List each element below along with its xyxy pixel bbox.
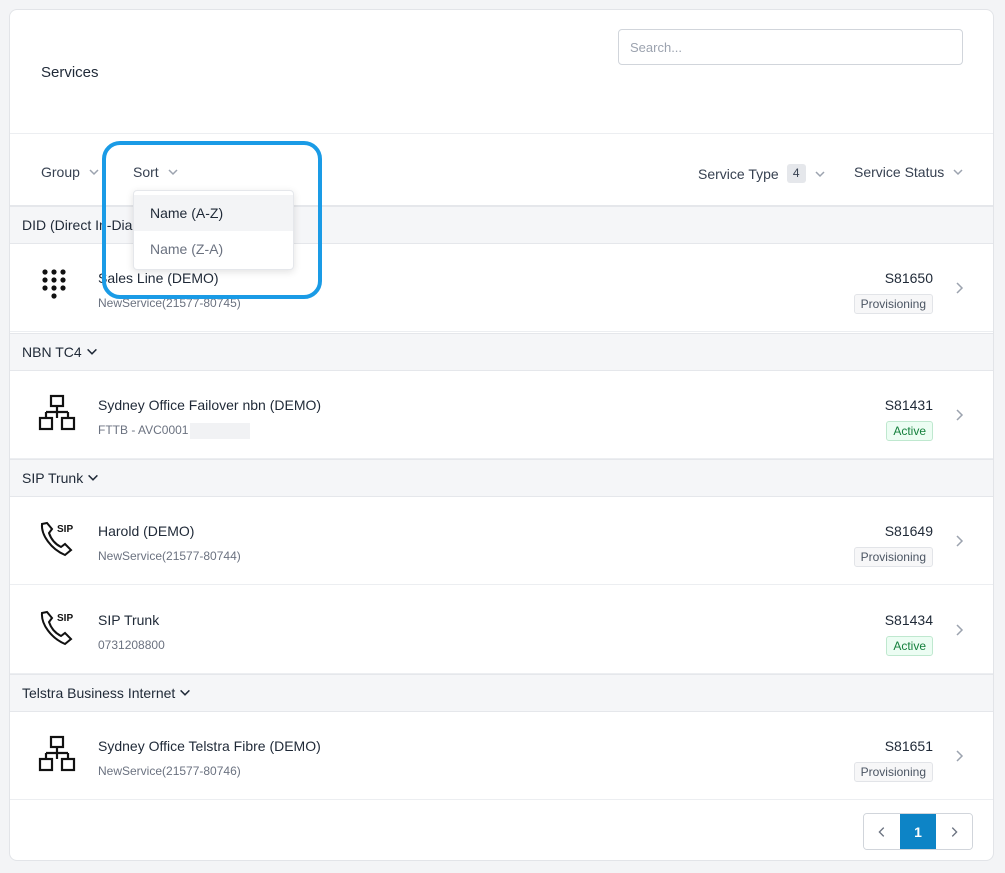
chevron-down-icon <box>168 169 178 176</box>
prev-page-button[interactable] <box>864 814 900 849</box>
service-subtitle: NewService(21577-80746) <box>98 764 241 778</box>
chevron-right-icon <box>956 750 964 762</box>
service-id: S81650 <box>884 270 933 286</box>
group-label: SIP Trunk <box>22 470 84 486</box>
page-title: Services <box>41 64 99 81</box>
status-badge: Active <box>886 636 933 656</box>
service-subtitle: NewService(21577-80744) <box>98 549 241 563</box>
service-row[interactable]: Sydney Office Telstra Fibre (DEMO) NewSe… <box>10 712 993 800</box>
sip-phone-icon: SIP <box>40 521 73 557</box>
network-icon <box>38 735 76 772</box>
status-badge: Active <box>886 421 933 441</box>
service-subtitle-text: FTTB - AVC0001 <box>98 423 189 438</box>
group-label: Telstra Business Internet <box>22 685 176 701</box>
service-type-label: Service Type <box>698 165 779 182</box>
sort-filter[interactable]: Sort <box>133 164 181 180</box>
svg-text:SIP: SIP <box>57 524 73 535</box>
group-label: DID (Direct In-Dia <box>22 217 133 233</box>
search-input[interactable] <box>618 29 963 65</box>
status-badge: Provisioning <box>853 762 933 782</box>
services-card: Services Group Sort Service Type 4 Servi… <box>9 9 994 861</box>
service-id: S81649 <box>884 523 933 539</box>
chevron-down-icon <box>953 169 963 176</box>
service-status-label: Service Status <box>854 164 945 180</box>
service-row[interactable]: SIP SIP Trunk 0731208800 S81434 Active <box>10 586 993 674</box>
service-row[interactable]: SIP Harold (DEMO) NewService(21577-80744… <box>10 497 993 585</box>
service-name: Sydney Office Failover nbn (DEMO) <box>98 397 322 413</box>
group-header-telstra-business-internet[interactable]: Telstra Business Internet <box>10 674 993 712</box>
service-type-count-badge: 4 <box>786 164 806 183</box>
service-status-filter[interactable]: Service Status <box>854 164 966 180</box>
group-label: NBN TC4 <box>22 344 82 360</box>
chevron-down-icon <box>815 170 825 177</box>
sort-option-name-desc[interactable]: Name (Z-A) <box>134 231 293 267</box>
service-name: Sydney Office Telstra Fibre (DEMO) <box>98 738 321 754</box>
sip-phone-icon: SIP <box>40 610 73 646</box>
group-header-nbn-tc4[interactable]: NBN TC4 <box>10 333 993 371</box>
next-page-button[interactable] <box>936 814 972 849</box>
service-subtitle: 0731208800 <box>98 638 165 652</box>
keypad-icon <box>42 269 66 299</box>
service-id: S81651 <box>884 738 933 754</box>
sort-filter-label: Sort <box>133 164 159 180</box>
page-button-current[interactable]: 1 <box>900 814 936 849</box>
service-row[interactable]: Sydney Office Failover nbn (DEMO) FTTB -… <box>10 371 993 459</box>
chevron-right-icon <box>956 624 964 636</box>
chevron-right-icon <box>956 409 964 421</box>
service-name: Sales Line (DEMO) <box>98 270 219 286</box>
service-name: Harold (DEMO) <box>98 523 195 539</box>
chevron-down-icon <box>180 689 191 696</box>
sort-dropdown-menu: Name (A-Z) Name (Z-A) <box>133 190 294 270</box>
chevron-right-icon <box>956 535 964 547</box>
network-icon <box>38 394 76 431</box>
chevron-down-icon <box>89 169 99 176</box>
pagination: 1 <box>863 813 973 850</box>
chevron-down-icon <box>88 474 99 481</box>
sort-option-name-asc[interactable]: Name (A-Z) <box>134 195 293 231</box>
status-badge: Provisioning <box>853 294 933 314</box>
group-filter[interactable]: Group <box>41 164 102 180</box>
chevron-right-icon <box>951 826 958 837</box>
group-header-sip-trunk[interactable]: SIP Trunk <box>10 459 993 497</box>
service-subtitle: NewService(21577-80745) <box>98 296 241 310</box>
group-filter-label: Group <box>41 164 80 180</box>
chevron-down-icon <box>86 348 97 355</box>
svg-text:SIP: SIP <box>57 613 73 624</box>
chevron-right-icon <box>956 282 964 294</box>
redacted-block <box>190 423 251 439</box>
service-id: S81434 <box>884 612 933 628</box>
service-name: SIP Trunk <box>98 612 160 628</box>
chevron-left-icon <box>878 826 885 837</box>
service-id: S81431 <box>884 397 933 413</box>
status-badge: Provisioning <box>853 547 933 567</box>
service-type-filter[interactable]: Service Type 4 <box>698 164 828 183</box>
page-header: Services <box>10 10 993 134</box>
service-subtitle: FTTB - AVC0001 <box>98 423 251 439</box>
